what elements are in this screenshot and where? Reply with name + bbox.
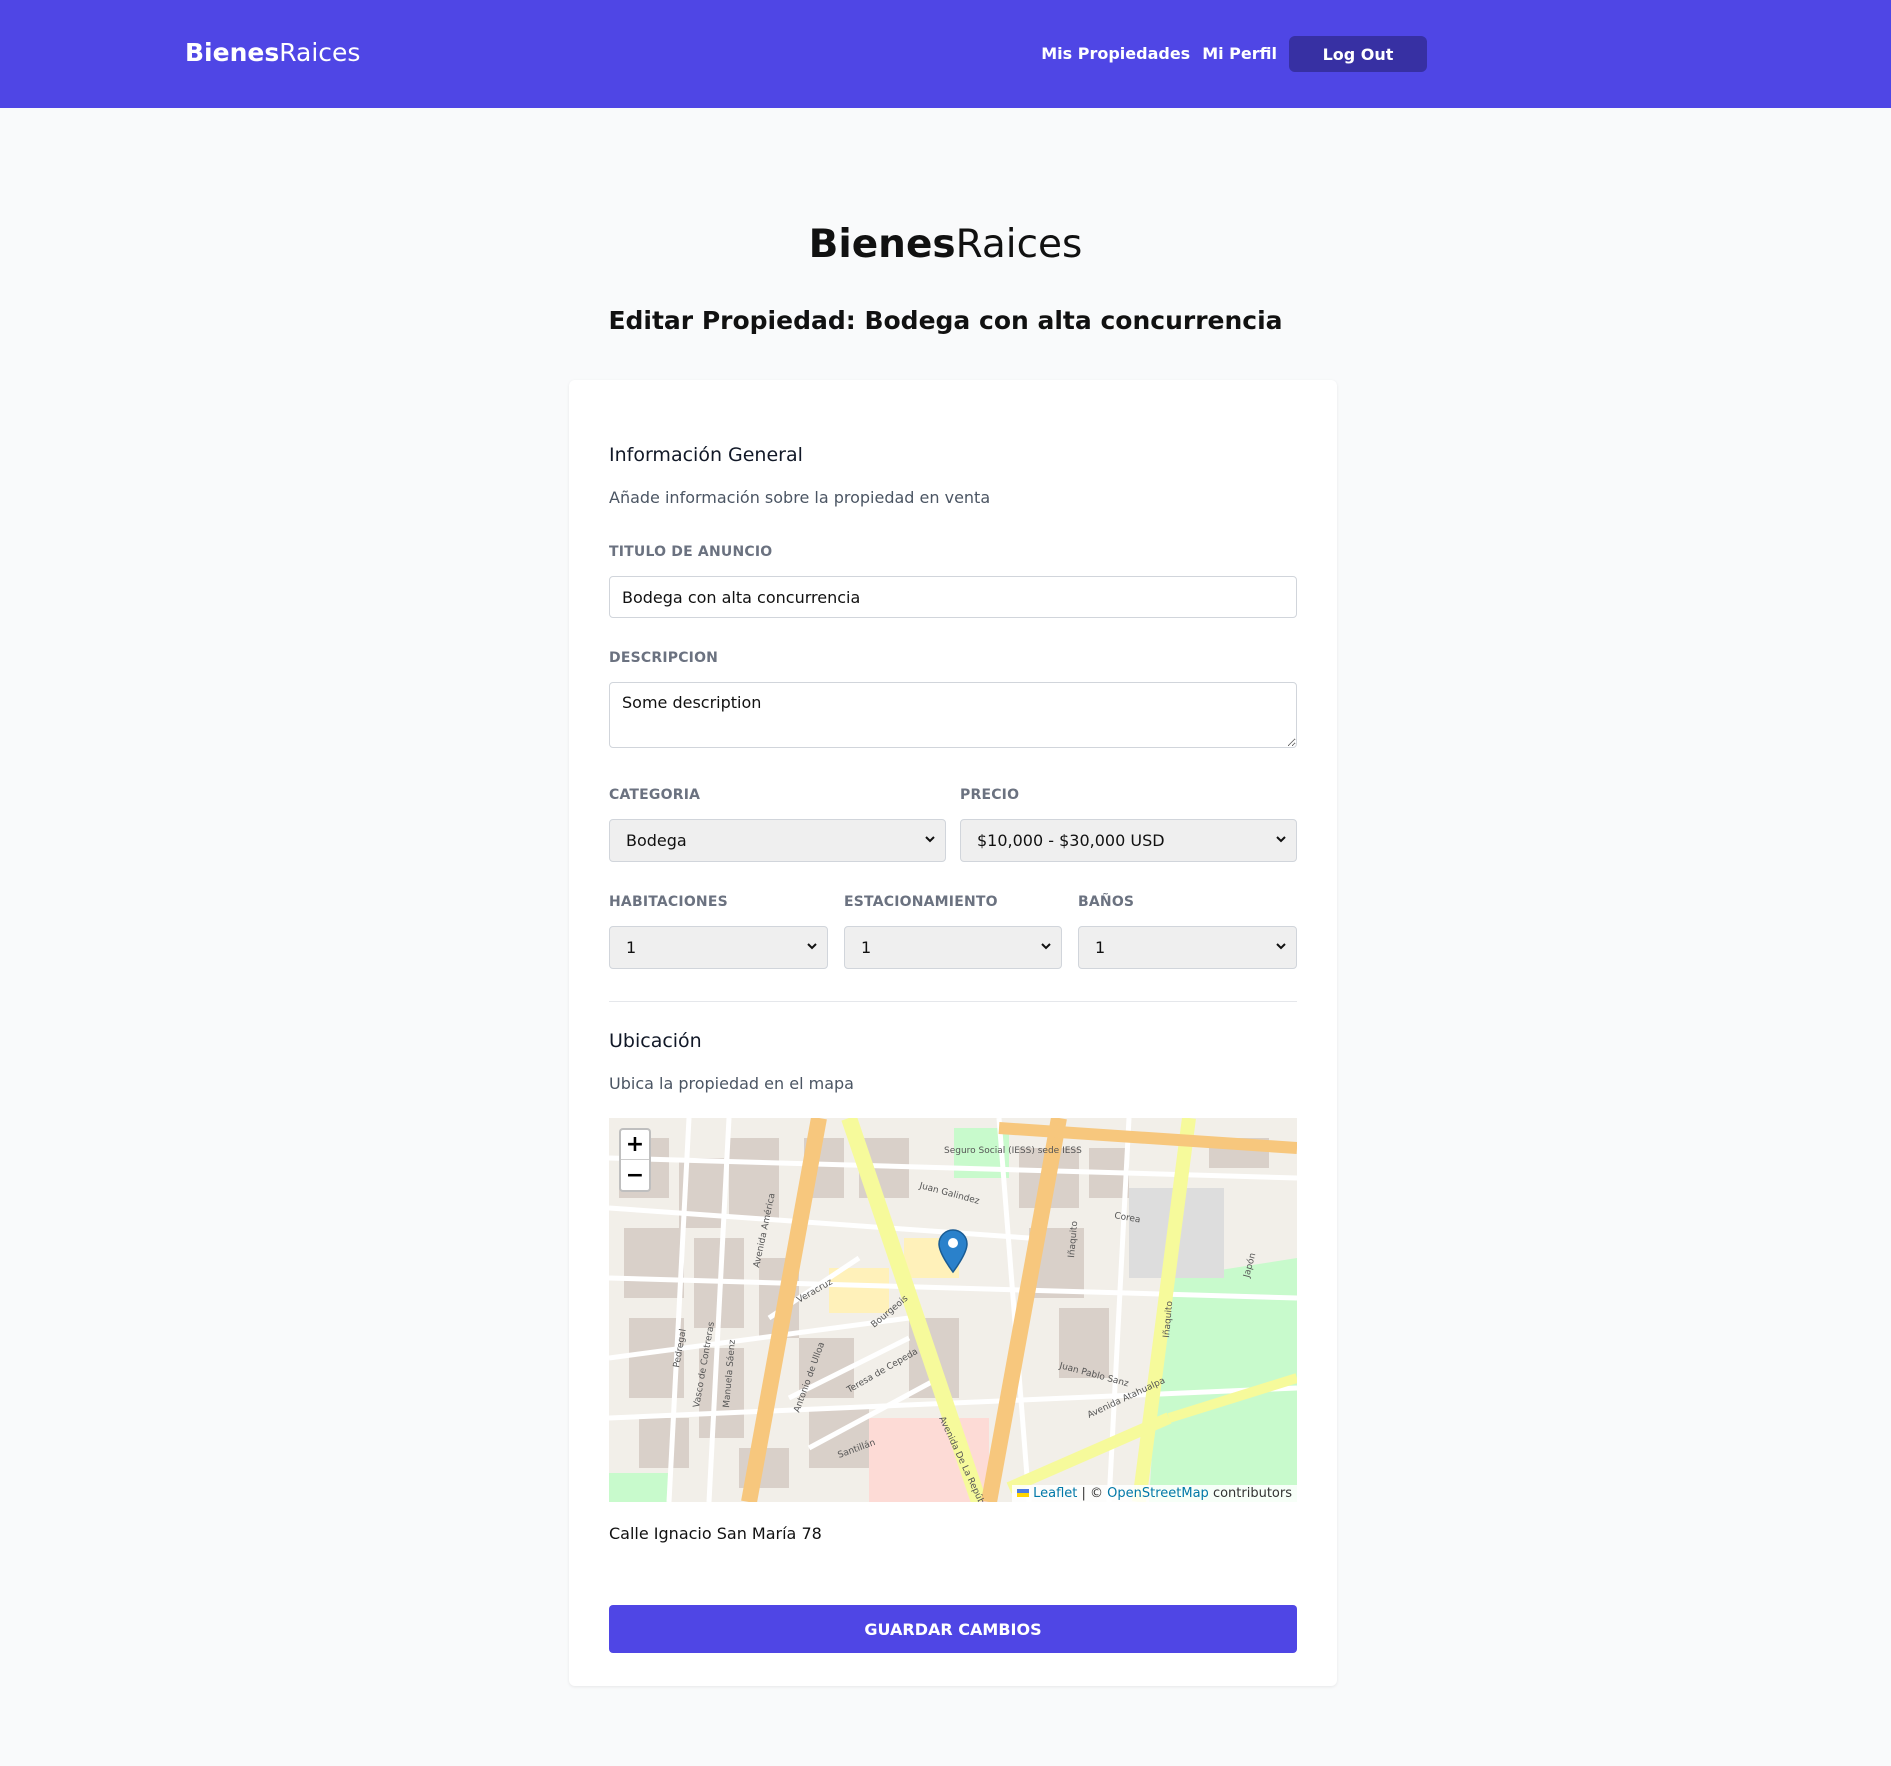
page-brand-light: Raices	[955, 222, 1083, 267]
general-info-subtitle: Añade información sobre la propiedad en …	[609, 488, 991, 507]
precio-label: PRECIO	[960, 787, 1020, 803]
zoom-out-button[interactable]: −	[621, 1160, 649, 1190]
top-navbar: BienesRaices Mis Propiedades Mi Perfil L…	[0, 0, 1891, 108]
page-brand-bold: Bienes	[808, 222, 956, 267]
banos-value: 1	[1095, 938, 1106, 957]
categoria-select[interactable]: Bodega	[609, 819, 946, 862]
brand-light-text: Raices	[279, 38, 361, 67]
categoria-value: Bodega	[626, 831, 687, 850]
titulo-input[interactable]	[609, 576, 1297, 618]
attribution-separator: | ©	[1077, 1486, 1108, 1501]
header-nav: Mis Propiedades Mi Perfil Log Out	[1041, 36, 1427, 72]
ukraine-flag-icon	[1016, 1489, 1029, 1497]
zoom-in-button[interactable]: +	[621, 1130, 649, 1160]
titulo-label: TITULO DE ANUNCIO	[609, 544, 773, 560]
attribution-tail: contributors	[1208, 1486, 1292, 1501]
edit-property-form-card: Información General Añade información so…	[569, 380, 1337, 1686]
chevron-down-icon	[807, 943, 817, 950]
map-attribution: Leaflet | © OpenStreetMap contributors	[1011, 1485, 1297, 1502]
section-divider	[609, 1001, 1297, 1002]
nav-link-mis-propiedades[interactable]: Mis Propiedades	[1041, 36, 1190, 72]
leaflet-link[interactable]: Leaflet	[1033, 1486, 1077, 1501]
map-tiles: Avenida AméricaVeracruzBourgeoisJuan Gal…	[609, 1118, 1297, 1502]
osm-link[interactable]: OpenStreetMap	[1107, 1486, 1209, 1501]
habitaciones-value: 1	[626, 938, 637, 957]
map-street-label: Seguro Social (IESS) sede IESS	[944, 1146, 1082, 1156]
page-brand-logo: BienesRaices	[0, 222, 1891, 267]
ubicacion-subtitle: Ubica la propiedad en el mapa	[609, 1074, 854, 1093]
estacionamiento-select[interactable]: 1	[844, 926, 1062, 969]
titulo-wrapper	[609, 576, 1297, 618]
chevron-down-icon	[1276, 943, 1286, 950]
chevron-down-icon	[1041, 943, 1051, 950]
categoria-label: CATEGORIA	[609, 787, 701, 803]
descripcion-label: DESCRIPCION	[609, 650, 719, 666]
chevron-down-icon	[925, 836, 935, 843]
brand-bold-text: Bienes	[185, 38, 280, 67]
nav-link-mi-perfil[interactable]: Mi Perfil	[1202, 36, 1277, 72]
chevron-down-icon	[1276, 836, 1286, 843]
habitaciones-label: HABITACIONES	[609, 894, 728, 910]
descripcion-wrapper: Some description	[609, 682, 1297, 752]
estacionamiento-label: ESTACIONAMIENTO	[844, 894, 998, 910]
habitaciones-select[interactable]: 1	[609, 926, 828, 969]
general-info-title: Información General	[609, 444, 803, 466]
header-brand-logo[interactable]: BienesRaices	[185, 38, 360, 67]
save-changes-button[interactable]: GUARDAR CAMBIOS	[609, 1605, 1297, 1653]
precio-value: $10,000 - $30,000 USD	[977, 831, 1165, 850]
precio-select[interactable]: $10,000 - $30,000 USD	[960, 819, 1297, 862]
page-title: Editar Propiedad: Bodega con alta concur…	[608, 306, 1283, 335]
banos-select[interactable]: 1	[1078, 926, 1297, 969]
descripcion-textarea[interactable]: Some description	[609, 682, 1297, 748]
banos-label: BAÑOS	[1078, 894, 1135, 910]
location-map[interactable]: Avenida América Veracruz Bourgeois Juan Gal…	[609, 1118, 1297, 1502]
map-zoom-control: + −	[619, 1128, 651, 1192]
logout-button[interactable]: Log Out	[1289, 36, 1427, 72]
address-text: Calle Ignacio San María 78	[609, 1524, 822, 1543]
estacionamiento-value: 1	[861, 938, 872, 957]
ubicacion-title: Ubicación	[609, 1030, 702, 1052]
